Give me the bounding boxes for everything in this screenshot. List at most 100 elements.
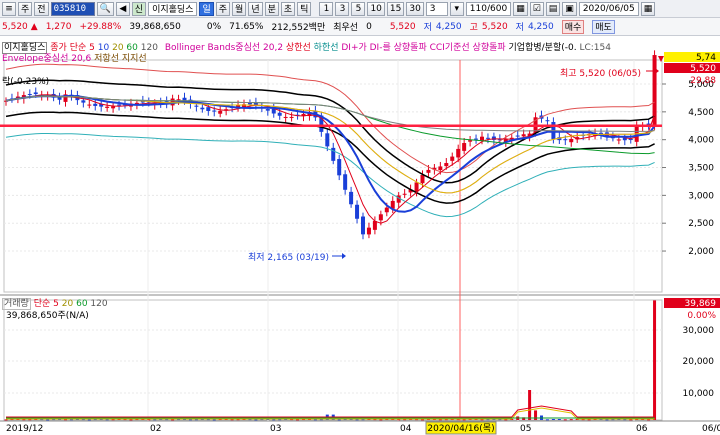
low-arrow-icon (342, 253, 346, 259)
legend-merge: 기업합병/분할(-0. (508, 43, 577, 53)
bollinger-center-line (5, 95, 655, 194)
candle-body (361, 216, 365, 235)
candle-body (105, 106, 110, 108)
price-axis-label: 3,000 (688, 191, 714, 201)
price-axis-label: 4,000 (688, 136, 714, 146)
date-axis-label: 02 (150, 424, 161, 434)
candle-body (444, 163, 449, 167)
volume-bar (557, 418, 561, 420)
volume-ma120: 120 (90, 299, 108, 309)
volume-ma5-line (6, 405, 655, 418)
price-tag: 5,74 (696, 53, 716, 63)
candle-body (93, 103, 98, 106)
volume-bar (534, 410, 538, 420)
candle-body (450, 156, 455, 161)
candle-body (111, 106, 116, 109)
candle-body (87, 104, 92, 106)
legend-bb-upper: 상한선 (285, 43, 311, 53)
candle-body (265, 109, 270, 111)
legend-di: DI+가 DI-를 상향돌파 (341, 43, 427, 53)
candle-body (212, 110, 217, 112)
candle-body (176, 99, 181, 101)
volume-axis-label: 10,000 (683, 389, 715, 399)
ma10-line (5, 94, 656, 213)
volume-bar (545, 419, 549, 421)
volume-bar (87, 419, 91, 421)
legend-bb-lower: 하한선 (313, 43, 339, 53)
legend-envelope: Envelope중심선 20,6 (2, 54, 92, 64)
price-tag: 29,88 (690, 76, 716, 86)
date-axis-label: 04 (400, 424, 412, 434)
date-axis-label: 05 (520, 424, 531, 434)
legend-env-upper: 저항선 (94, 54, 119, 64)
date-axis-label: 06/05 (702, 424, 720, 434)
volume-bar (129, 419, 133, 421)
candle-body (349, 191, 354, 205)
volume-bar (563, 419, 567, 421)
ma20-line (5, 95, 655, 194)
candle-body (33, 92, 38, 95)
candle-body (438, 166, 443, 171)
candle-body (366, 227, 371, 235)
candle-body (27, 93, 32, 95)
legend-bollinger: Bollinger Bands중심선 20,2 (164, 43, 284, 53)
candle-body (456, 148, 461, 158)
candle-body (194, 105, 199, 107)
volume-bar (528, 390, 532, 420)
high-arrow-icon (655, 68, 659, 74)
candle-body (563, 139, 568, 141)
candle-body (616, 139, 621, 141)
volume-bar (171, 419, 175, 421)
date-axis-label: 2019/12 (6, 424, 43, 434)
legend-lc: LC:154 (579, 43, 611, 53)
price-axis-label: 3,500 (688, 164, 714, 174)
candle-body (426, 169, 431, 173)
legend-cci: CCI기준선 상향돌파 (429, 43, 506, 53)
volume-bar (46, 419, 50, 421)
volume-bar (653, 300, 657, 420)
candle-body (337, 159, 342, 176)
volume-axis-label: 30,000 (683, 326, 715, 336)
candle-body (420, 174, 425, 184)
volume-bar (551, 418, 555, 420)
candle-body (462, 143, 467, 151)
price-tag: 5,520 (690, 64, 716, 74)
candle-body (289, 116, 294, 118)
candle-body (515, 135, 520, 137)
volume-bar (212, 419, 216, 421)
candle-body (325, 133, 330, 147)
candle-body (372, 220, 377, 230)
volume-tag: 0.00% (687, 311, 716, 321)
candle-body (355, 204, 360, 219)
volume-bar (4, 419, 8, 421)
candle-body (485, 137, 490, 139)
volume-pane (3, 299, 663, 421)
chart-window: ≡ 주 전 🔍 ◀ 신 이지홀딩스 일 주 월 년 분 초 틱 1 3 5 10… (0, 0, 720, 435)
volume-info: 39,868,650주(N/A) (6, 311, 89, 321)
price-pane (3, 59, 663, 293)
high-marker-icon (658, 56, 664, 62)
volume-axis-label: 20,000 (683, 357, 715, 367)
price-axis-label: 2,500 (688, 219, 714, 229)
volume-bar (569, 419, 573, 421)
candle-body (206, 107, 211, 111)
candle-body (200, 107, 205, 110)
candle-body (277, 112, 282, 116)
date-axis-label: 06 (636, 424, 648, 434)
bollinger-lower-line (5, 133, 655, 218)
candle-body (81, 100, 86, 103)
volume-bar (254, 419, 258, 421)
candle-body (378, 214, 383, 221)
price-axis-label: 2,000 (688, 247, 714, 257)
candle-body (474, 138, 479, 140)
candle-body (343, 174, 348, 190)
candle-body (521, 134, 526, 137)
candle-body (569, 138, 574, 143)
candle-body (545, 120, 550, 122)
candle-body (384, 207, 389, 213)
price-axis-label: 4,500 (688, 108, 714, 118)
candle-body (283, 116, 288, 118)
legend-env-lower: 지지선 (121, 54, 147, 64)
high-annotation: 최고 5,520 (06/05) (560, 69, 642, 79)
candle-body (247, 103, 252, 105)
